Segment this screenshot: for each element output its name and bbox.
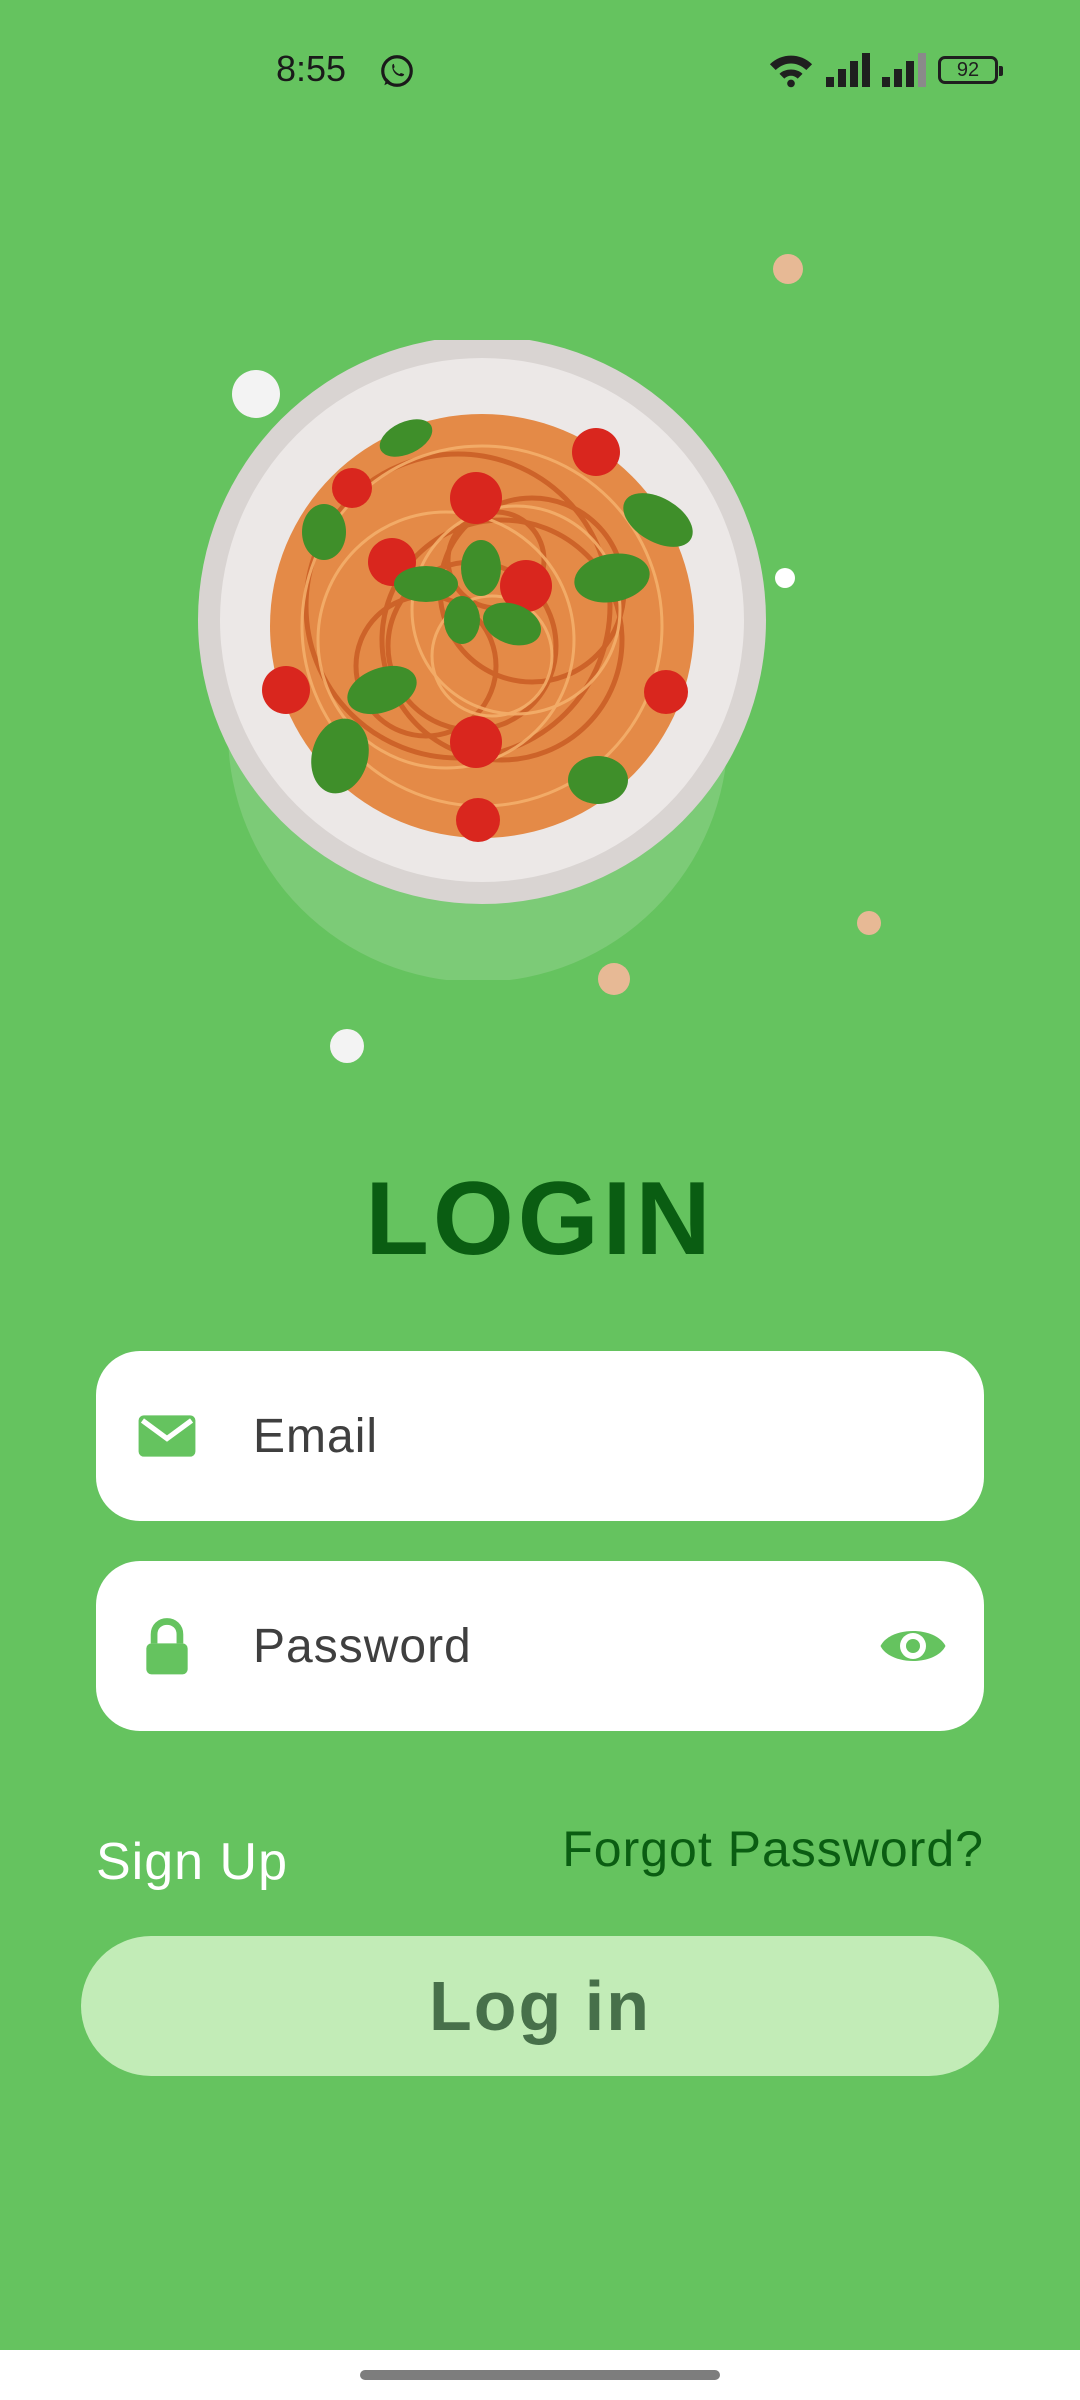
pasta-plate-image	[198, 340, 766, 980]
envelope-icon	[138, 1415, 196, 1457]
decor-dot	[330, 1029, 364, 1063]
whatsapp-icon	[381, 55, 413, 87]
page-title: LOGIN	[365, 1161, 715, 1277]
decor-dot	[773, 254, 803, 284]
email-placeholder: Email	[253, 1409, 379, 1463]
status-time: 8:55	[276, 48, 347, 89]
password-field[interactable]: Password	[96, 1561, 984, 1731]
battery-level: 92	[956, 58, 980, 81]
sign-up-link[interactable]: Sign Up	[96, 1832, 288, 1892]
forgot-password-link[interactable]: Forgot Password?	[562, 1820, 984, 1878]
email-field[interactable]: Email	[96, 1351, 984, 1521]
lock-icon	[146, 1618, 188, 1675]
decor-dot	[775, 568, 795, 588]
login-button[interactable]: Log in	[81, 1936, 999, 2076]
battery-icon: 92	[938, 56, 1003, 84]
signal-icon	[826, 53, 870, 87]
decor-dot	[857, 911, 881, 935]
status-icons: 92	[768, 50, 1003, 90]
wifi-icon	[769, 55, 813, 88]
eye-icon[interactable]	[878, 1621, 948, 1671]
password-placeholder: Password	[253, 1619, 472, 1673]
signal-icon-2	[882, 53, 926, 87]
home-indicator[interactable]	[360, 2370, 720, 2380]
